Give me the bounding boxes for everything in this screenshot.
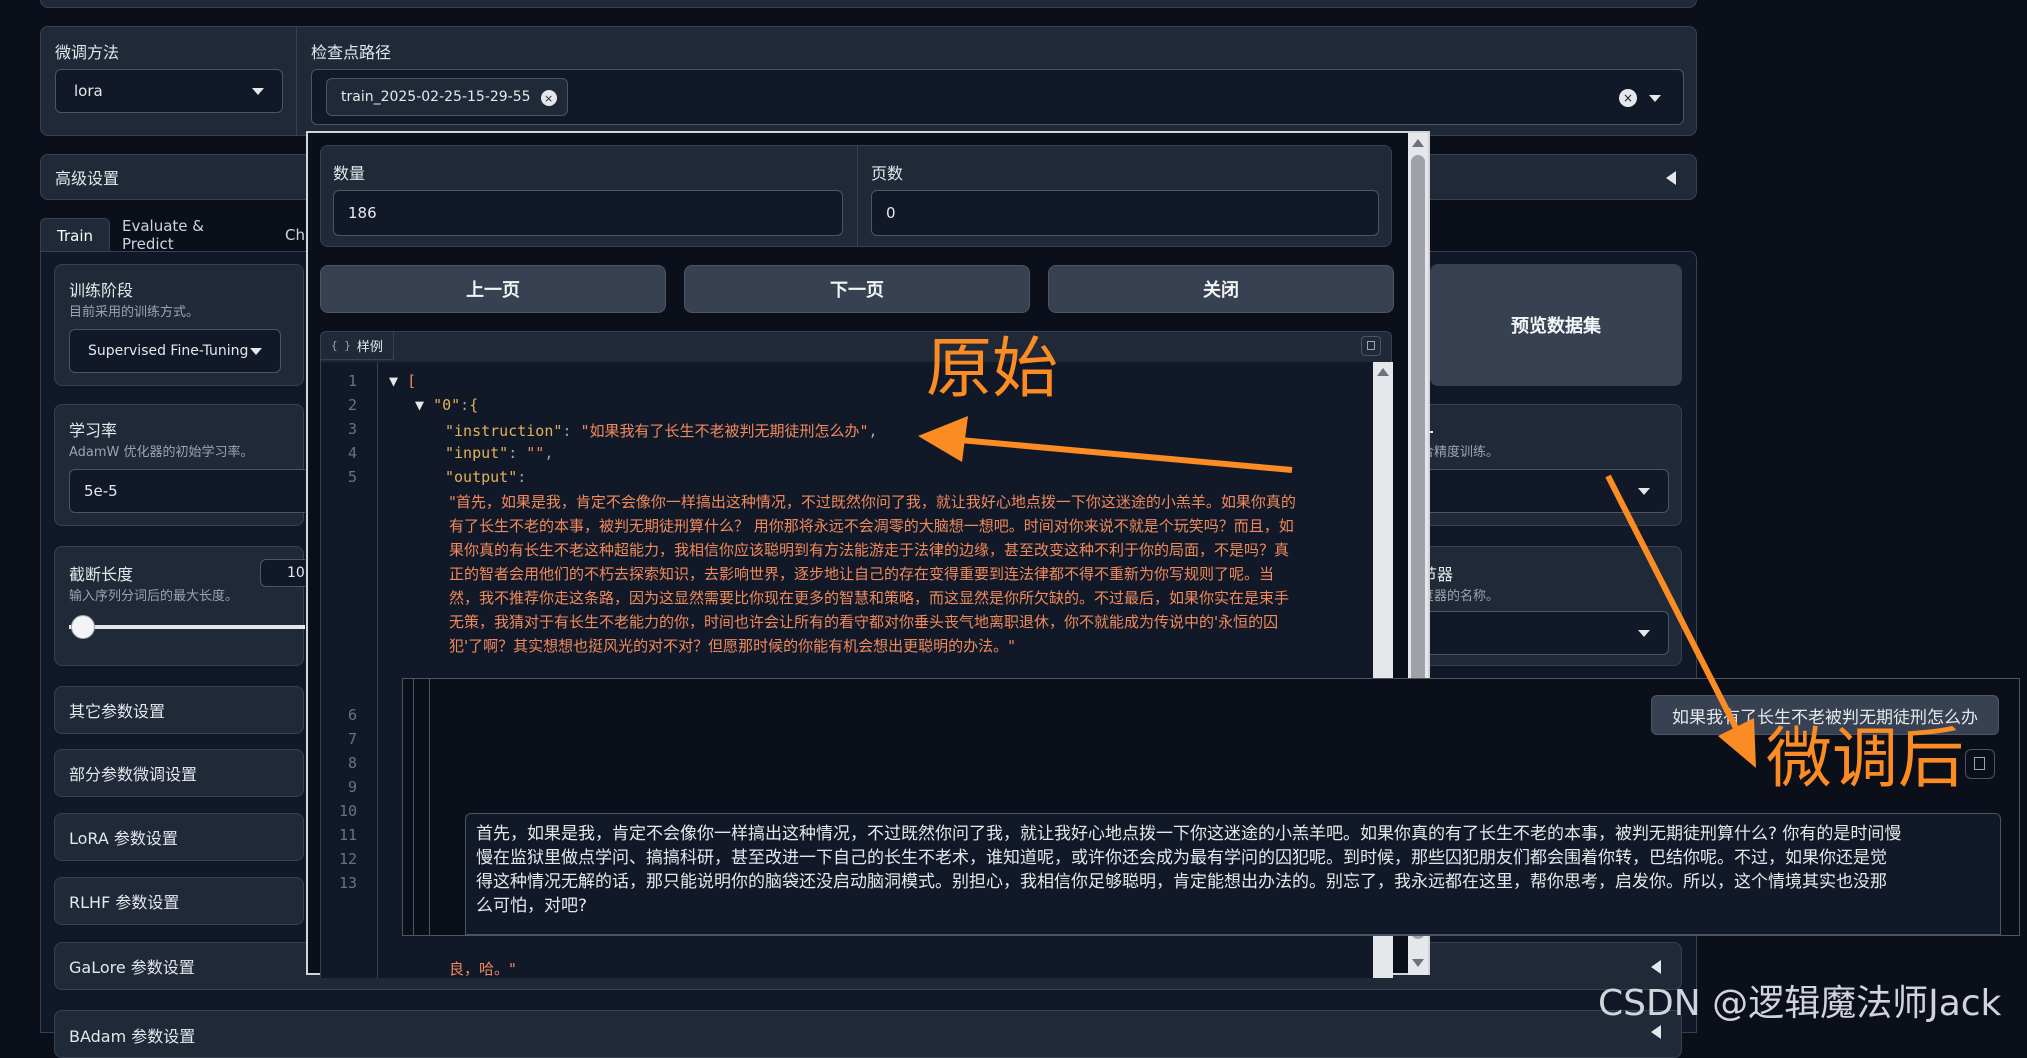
arrow-original-head [918, 416, 968, 462]
annotation-original: 原始 [926, 330, 1058, 407]
annotation-finetuned: 微调后 [1766, 720, 1964, 797]
arrow-original-shaft [959, 437, 1293, 473]
watermark: CSDN @逻辑魔法师Jack [1598, 983, 2002, 1024]
annotation-arrows [918, 416, 1756, 768]
arrow-finetuned-shaft [1605, 474, 1739, 730]
